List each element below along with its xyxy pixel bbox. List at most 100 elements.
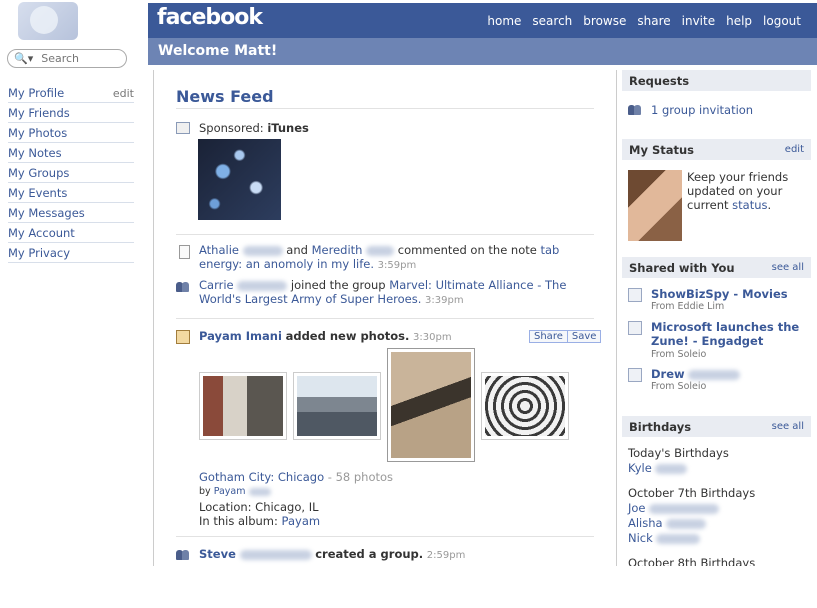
birthdays-list: Today's Birthdays Kyle October 7th Birth… (628, 446, 755, 571)
sponsored-name[interactable]: iTunes (267, 121, 309, 135)
photo-count: - 58 photos (327, 470, 394, 484)
left-nav-label[interactable]: My Groups (8, 166, 69, 180)
left-nav-label[interactable]: My Messages (8, 206, 85, 220)
people-icon (176, 548, 190, 560)
left-nav-my-photos[interactable]: My Photos (8, 124, 134, 143)
nav-logout[interactable]: logout (763, 14, 801, 28)
left-nav-label[interactable]: My Profile (8, 86, 64, 100)
shared-item-title[interactable]: Microsoft launches the Zune! - Engadget (651, 320, 811, 348)
group-invitation-text[interactable]: 1 group invitation (651, 103, 753, 117)
left-nav-my-groups[interactable]: My Groups (8, 164, 134, 183)
left-nav-label[interactable]: My Friends (8, 106, 70, 120)
blurred-name (248, 487, 271, 496)
top-nav: home search browse share invite help log… (487, 14, 801, 28)
in-album-link[interactable]: Payam (282, 514, 321, 528)
photo-thumbnail[interactable] (481, 372, 569, 440)
status-edit-link[interactable]: edit (785, 144, 804, 155)
shared-item-from: From Soleio (651, 381, 707, 392)
group-invitation-link[interactable]: 1 group invitation (651, 103, 753, 117)
nav-search[interactable]: search (532, 14, 572, 28)
group-story: Carrie joined the group Marvel: Ultimate… (199, 278, 594, 308)
shared-item[interactable]: Drew From Soleio (651, 367, 811, 392)
group-create-story: Steve created a group. 2:59pm (199, 547, 465, 563)
sponsored-image[interactable] (198, 139, 281, 220)
share-button[interactable]: Share (529, 330, 568, 343)
welcome-message: Welcome Matt! (158, 43, 278, 59)
birthday-name[interactable]: Joe (628, 501, 646, 515)
blurred-name (649, 503, 720, 514)
nav-invite[interactable]: invite (682, 14, 715, 28)
story-text: joined the group (290, 278, 386, 292)
left-nav-my-friends[interactable]: My Friends (8, 104, 134, 123)
photo-thumbnail-selected[interactable] (387, 348, 475, 462)
photo-story-header: Payam Imani added new photos. 3:30pm (199, 329, 452, 345)
birthday-name[interactable]: Alisha (628, 516, 663, 530)
left-nav-label[interactable]: My Notes (8, 146, 62, 160)
by-name[interactable]: Payam (214, 486, 246, 497)
shared-item-title[interactable]: Drew (651, 367, 685, 381)
people-icon (628, 103, 642, 115)
requests-title: Requests (629, 73, 690, 88)
left-nav-label[interactable]: My Events (8, 186, 67, 200)
story-actor[interactable]: Athalie (199, 243, 239, 257)
table-icon (176, 122, 190, 134)
nav-help[interactable]: help (726, 14, 752, 28)
profile-edit-link[interactable]: edit (113, 87, 134, 100)
birthdays-see-all-link[interactable]: see all (772, 421, 804, 432)
left-nav-label[interactable]: My Photos (8, 126, 67, 140)
shared-item-from: From Soleio (651, 349, 707, 360)
left-nav-my-messages[interactable]: My Messages (8, 204, 134, 223)
photo-thumbnail[interactable] (199, 372, 287, 440)
nav-share[interactable]: share (637, 14, 670, 28)
story-actor[interactable]: Meredith (312, 243, 363, 257)
birthday-name[interactable]: Nick (628, 531, 653, 545)
note-story: Athalie and Meredith commented on the no… (199, 243, 594, 273)
left-nav-my-events[interactable]: My Events (8, 184, 134, 203)
shared-item[interactable]: ShowBizSpy - Movies From Eddie Lim (651, 287, 811, 312)
save-button[interactable]: Save (567, 330, 602, 343)
left-nav-my-privacy[interactable]: My Privacy (8, 244, 134, 263)
story-actor[interactable]: Payam Imani (199, 329, 282, 343)
story-actor[interactable]: Steve (199, 547, 236, 561)
search-box[interactable]: 🔍▾ (7, 49, 127, 68)
left-nav-my-notes[interactable]: My Notes (8, 144, 134, 163)
left-nav-label[interactable]: My Account (8, 226, 75, 240)
shared-see-all-link[interactable]: see all (772, 262, 804, 273)
left-nav-my-profile[interactable]: My Profile edit (8, 84, 134, 103)
story-actor[interactable]: Carrie (199, 278, 234, 292)
search-icon: 🔍▾ (14, 52, 34, 65)
divider (176, 108, 594, 109)
nav-browse[interactable]: browse (583, 14, 626, 28)
story-time: 3:39pm (425, 295, 464, 306)
shared-item-from: From Eddie Lim (651, 301, 725, 312)
birthday-name[interactable]: Kyle (628, 461, 652, 475)
note-icon (628, 321, 642, 335)
page-title: News Feed (176, 87, 274, 106)
note-icon (179, 245, 190, 259)
in-album-label: In this album: (199, 514, 278, 528)
profile-photo[interactable] (628, 170, 682, 241)
by-label: by (199, 486, 211, 497)
blurred-name (237, 280, 288, 291)
blurred-name (366, 245, 395, 256)
oct7-birthdays-label: October 7th Birthdays (628, 486, 756, 500)
blurred-name (666, 518, 707, 529)
shared-item[interactable]: Microsoft launches the Zune! - Engadget … (651, 320, 811, 362)
in-album-line: In this album: Payam (199, 514, 320, 528)
nav-home[interactable]: home (487, 14, 521, 28)
note-icon (628, 288, 642, 302)
photo-icon (176, 330, 190, 344)
search-input[interactable] (39, 51, 122, 66)
today-birthdays-label: Today's Birthdays (628, 446, 729, 460)
birthdays-title: Birthdays (629, 419, 692, 434)
album-link[interactable]: Gotham City: Chicago (199, 470, 324, 484)
photo-thumbnail[interactable] (293, 372, 381, 440)
status-header: My Status edit (622, 139, 811, 160)
left-nav-label[interactable]: My Privacy (8, 246, 70, 260)
status-link[interactable]: status (732, 198, 767, 212)
story-text: and (286, 243, 308, 257)
blurred-name (242, 245, 283, 256)
brand-logo[interactable]: facebook (157, 5, 263, 30)
left-nav-my-account[interactable]: My Account (8, 224, 134, 243)
shared-item-title[interactable]: ShowBizSpy - Movies (651, 287, 811, 301)
